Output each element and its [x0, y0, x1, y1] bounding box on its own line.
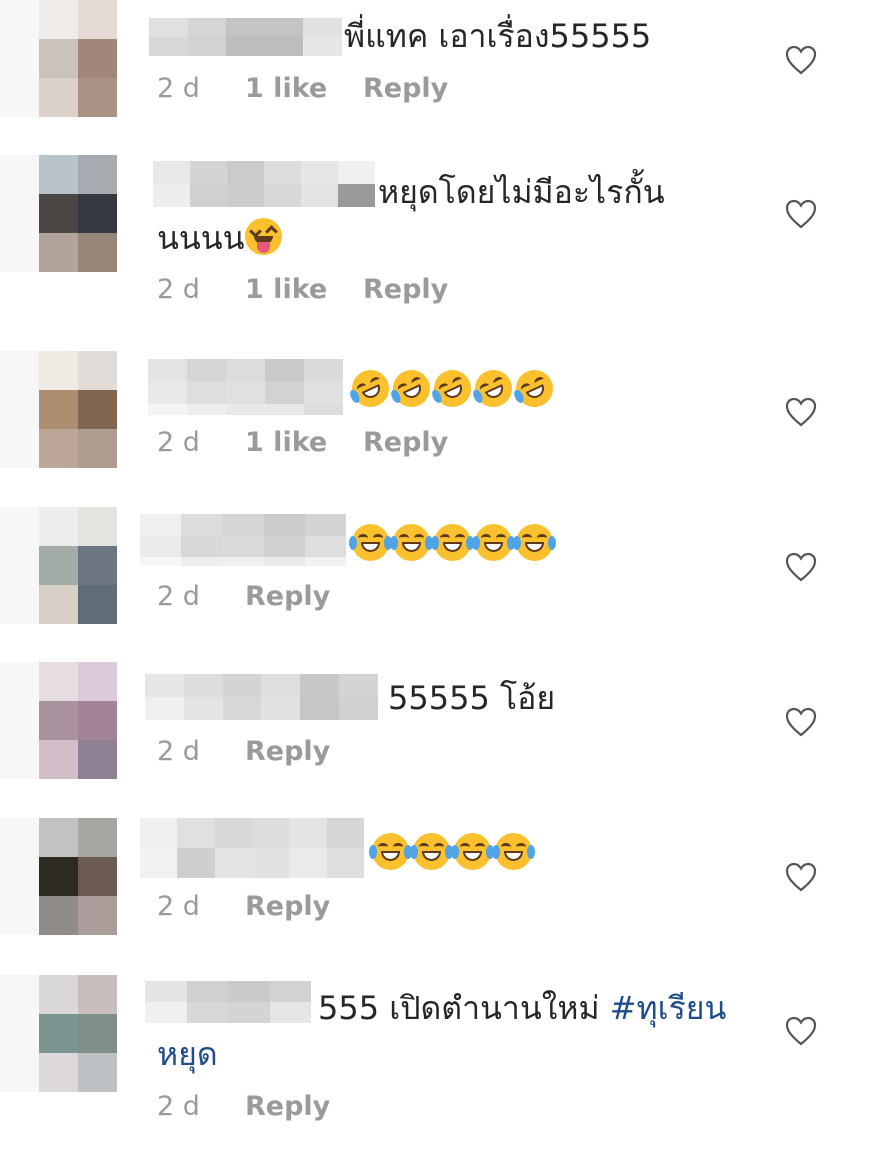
comment-meta: 2 d Reply	[157, 576, 330, 616]
comment-date: 2 d	[157, 1090, 200, 1122]
avatar-shadow	[0, 351, 40, 468]
username-blurred[interactable]	[153, 161, 375, 207]
reply-button[interactable]: Reply	[245, 581, 330, 612]
face-with-tears-of-joy-icon	[369, 833, 412, 870]
hashtag-link[interactable]: #ทุเรียน	[610, 989, 727, 1027]
username-blurred[interactable]	[140, 818, 364, 878]
comment-meta: 2 d 1 like Reply	[157, 422, 448, 462]
reply-button[interactable]: Reply	[245, 891, 330, 922]
username-blurred[interactable]	[140, 514, 347, 567]
comment-text	[345, 363, 560, 417]
avatar[interactable]	[39, 975, 117, 1092]
face-with-tears-of-joy-icon	[472, 524, 515, 561]
likes-count[interactable]: 1 like	[245, 427, 363, 458]
avatar-shadow	[0, 818, 40, 935]
comment-date: 2 d	[157, 890, 200, 922]
comment-meta: 2 d 1 like Reply	[157, 269, 448, 309]
comment-item: 55555 โอ้ย 2 d Reply	[0, 662, 869, 802]
comment-date: 2 d	[157, 72, 200, 104]
comment-text-value: 555 เปิดตำนานใหม่	[318, 989, 610, 1027]
comment-item: 555 เปิดตำนานใหม่ #ทุเรียน หยุด 2 d Repl…	[0, 975, 869, 1154]
rolling-on-floor-laughing-icon	[509, 363, 560, 414]
avatar[interactable]	[39, 0, 117, 117]
likes-count[interactable]: 1 like	[245, 274, 363, 305]
comment-date: 2 d	[157, 273, 200, 305]
reply-button[interactable]: Reply	[363, 427, 448, 458]
heart-icon[interactable]	[785, 45, 817, 75]
heart-icon[interactable]	[785, 1016, 817, 1046]
comment-item: 2 d 1 like Reply	[0, 351, 869, 491]
comment-date: 2 d	[157, 580, 200, 612]
avatar-shadow	[0, 155, 40, 272]
heart-icon[interactable]	[785, 397, 817, 427]
face-with-tears-of-joy-icon	[431, 524, 474, 561]
rolling-on-floor-laughing-icon	[386, 363, 437, 414]
comment-meta: 2 d Reply	[157, 1086, 330, 1126]
likes-count[interactable]: 1 like	[245, 73, 363, 104]
reply-button[interactable]: Reply	[363, 73, 448, 104]
username-blurred[interactable]	[149, 18, 342, 56]
comment-item: 2 d Reply	[0, 818, 869, 958]
heart-icon[interactable]	[785, 707, 817, 737]
comment-text: หยุดโดยไม่มีอะไรกั้น	[378, 173, 665, 211]
rolling-on-floor-laughing-icon	[427, 363, 478, 414]
face-with-tears-of-joy-icon	[492, 833, 535, 870]
comment-item: พี่แทค เอาเรื่อง55555 2 d 1 like Reply	[0, 0, 869, 140]
face-with-tears-of-joy-icon	[513, 524, 556, 561]
comment-meta: 2 d Reply	[157, 886, 330, 926]
comment-date: 2 d	[157, 735, 200, 767]
username-blurred[interactable]	[148, 359, 343, 416]
reply-button[interactable]: Reply	[245, 736, 330, 767]
reply-button[interactable]: Reply	[245, 1091, 330, 1122]
comment-text-continued: นนนน	[157, 211, 286, 265]
reply-button[interactable]: Reply	[363, 274, 448, 305]
avatar[interactable]	[39, 662, 117, 779]
avatar-shadow	[0, 507, 40, 624]
face-with-tears-of-joy-icon	[390, 524, 433, 561]
avatar-shadow	[0, 975, 40, 1092]
rolling-on-floor-laughing-icon	[468, 363, 519, 414]
comment-date: 2 d	[157, 426, 200, 458]
heart-icon[interactable]	[785, 552, 817, 582]
comment-text-continued: หยุด	[157, 1027, 218, 1081]
face-with-tears-of-joy-icon	[451, 833, 494, 870]
avatar-shadow	[0, 0, 40, 117]
avatar[interactable]	[39, 351, 117, 468]
username-blurred[interactable]	[145, 981, 311, 1023]
comment-item: 2 d Reply	[0, 507, 869, 647]
comment-text: พี่แทค เอาเรื่อง55555	[344, 17, 652, 55]
comment-text	[369, 826, 536, 880]
avatar-shadow	[0, 662, 40, 779]
comment-text: 555 เปิดตำนานใหม่ #ทุเรียน	[318, 981, 726, 1035]
face-with-tears-of-joy-icon	[349, 524, 392, 561]
comment-item: หยุดโดยไม่มีอะไรกั้น นนนน 2 d 1 like Rep…	[0, 155, 869, 335]
comment-text: 55555 โอ้ย	[388, 679, 556, 717]
avatar[interactable]	[39, 507, 117, 624]
face-with-tears-of-joy-icon	[410, 833, 453, 870]
username-blurred[interactable]	[145, 674, 378, 720]
heart-icon[interactable]	[785, 199, 817, 229]
comment-meta: 2 d Reply	[157, 731, 330, 771]
heart-icon[interactable]	[785, 862, 817, 892]
avatar[interactable]	[39, 818, 117, 935]
comment-text	[349, 517, 557, 571]
comment-meta: 2 d 1 like Reply	[157, 68, 448, 108]
rolling-on-floor-laughing-icon	[345, 363, 396, 414]
comment-text-line2: นนนน	[157, 219, 245, 257]
squinting-face-with-tongue-icon	[244, 218, 282, 255]
hashtag-link-continued[interactable]: หยุด	[157, 1035, 218, 1073]
avatar[interactable]	[39, 155, 117, 272]
